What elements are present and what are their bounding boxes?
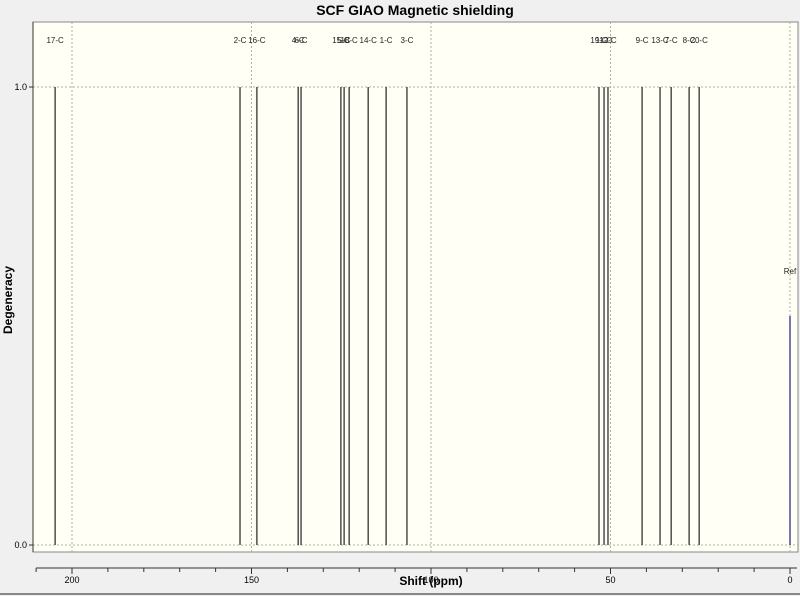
x-tick-label: 200 — [64, 575, 79, 585]
y-tick-label: 1.0 — [14, 82, 27, 92]
x-tick-label: 100 — [423, 575, 438, 585]
peak-label: 16-C — [248, 36, 266, 45]
peak-label: 9-C — [636, 36, 649, 45]
peak-label: 18-C — [340, 36, 358, 45]
y-axis-label: Degeneracy — [1, 266, 15, 334]
x-tick-label: 0 — [787, 575, 792, 585]
x-tick-label: 50 — [605, 575, 615, 585]
peak-label: 20-C — [691, 36, 709, 45]
peak-label: 17-C — [46, 36, 64, 45]
peak-label: 1-C — [380, 36, 393, 45]
nmr-spectrum-chart: SCF GIAO Magnetic shielding Shift (ppm) … — [0, 0, 800, 596]
plot-area — [32, 21, 799, 553]
peak-label: 7-C — [665, 36, 678, 45]
peak-label: 6-C — [295, 36, 308, 45]
peak-label: 2-C — [234, 36, 247, 45]
chart-title: SCF GIAO Magnetic shielding — [316, 2, 514, 18]
y-tick-label: 0.0 — [14, 540, 27, 550]
peak-label: 3-C — [401, 36, 414, 45]
peak-label: 12-C — [599, 36, 617, 45]
peak-label: 14-C — [360, 36, 378, 45]
reference-peak-label: Ref — [784, 267, 797, 276]
x-tick-label: 150 — [244, 575, 259, 585]
